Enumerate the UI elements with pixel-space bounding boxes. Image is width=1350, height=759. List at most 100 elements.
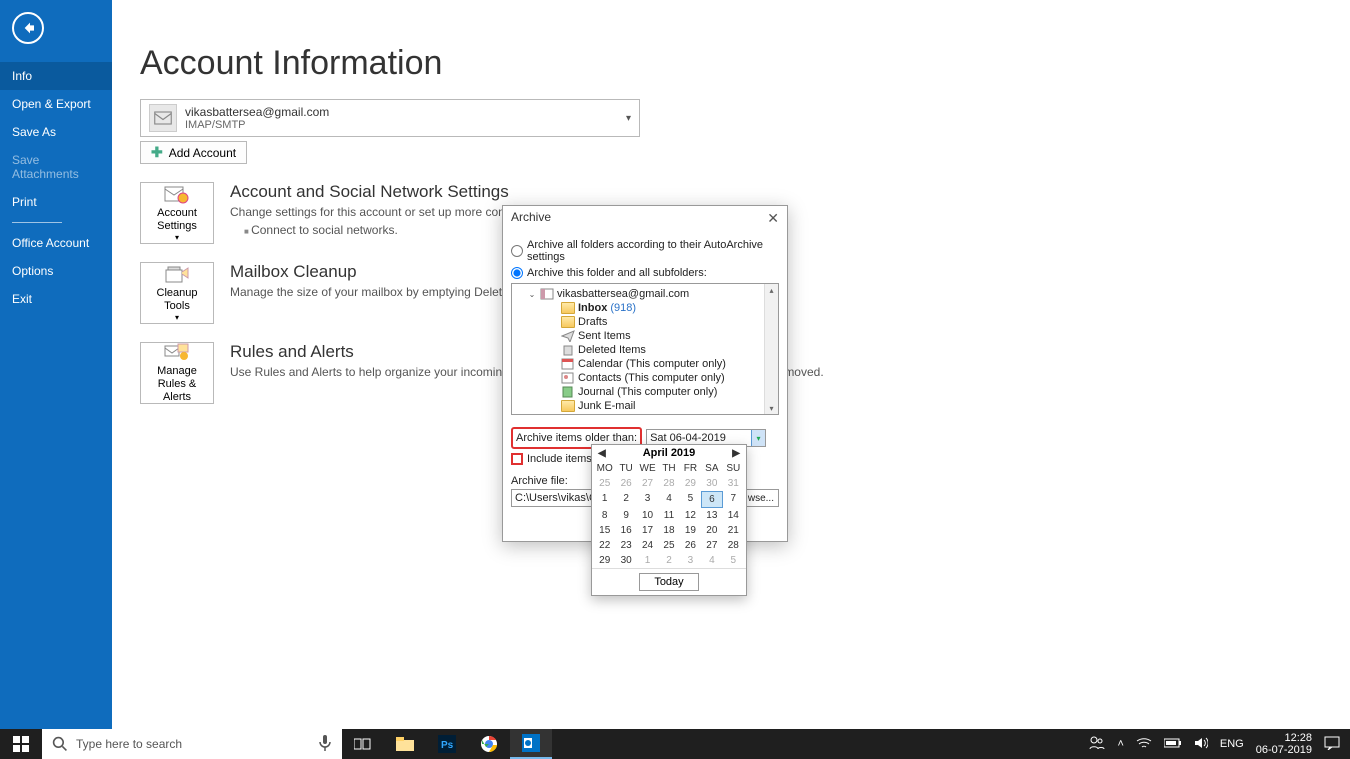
cleanup-tools-button[interactable]: Cleanup Tools▾ [140,262,214,324]
action-center-icon[interactable] [1324,736,1340,753]
radio-archive-all-input[interactable] [511,245,523,257]
scroll-down-icon[interactable]: ▾ [765,402,778,414]
calendar-day[interactable]: 28 [723,538,744,553]
calendar-day[interactable]: 4 [701,553,722,568]
calendar-day[interactable]: 17 [637,523,658,538]
sidebar-separator [12,222,62,223]
tree-drafts[interactable]: Drafts [515,315,775,329]
scroll-up-icon[interactable]: ▴ [765,284,778,296]
calendar-prev-button[interactable]: ◀ [598,448,606,459]
calendar-day[interactable]: 30 [701,476,722,491]
calendar-day[interactable]: 27 [637,476,658,491]
include-checkbox[interactable] [511,453,523,465]
calendar-day[interactable]: 6 [701,491,722,508]
outlook-button[interactable] [510,729,552,759]
folder-icon [561,316,575,328]
tree-calendar[interactable]: Calendar (This computer only) [515,357,775,371]
tree-junk[interactable]: Junk E-mail [515,399,775,413]
calendar-day[interactable]: 3 [680,553,701,568]
manage-rules-alerts-button[interactable]: Manage Rules & Alerts [140,342,214,404]
mic-icon[interactable] [318,734,332,755]
calendar-day[interactable]: 26 [680,538,701,553]
radio-archive-this-input[interactable] [511,267,523,279]
calendar-day[interactable]: 30 [615,553,636,568]
photoshop-button[interactable]: Ps [426,729,468,759]
calendar-day[interactable]: 4 [658,491,679,508]
calendar-day[interactable]: 5 [723,553,744,568]
calendar-day[interactable]: 21 [723,523,744,538]
tree-notes[interactable]: Notes (This computer only) [515,413,775,415]
folder-tree[interactable]: ⌄ vikasbattersea@gmail.com Inbox (918) D… [511,283,779,415]
calendar-day[interactable]: 15 [594,523,615,538]
wifi-icon[interactable] [1136,737,1152,752]
chrome-button[interactable] [468,729,510,759]
calendar-day[interactable]: 3 [637,491,658,508]
volume-icon[interactable] [1194,737,1208,752]
tree-root[interactable]: ⌄ vikasbattersea@gmail.com [515,287,775,301]
tree-contacts[interactable]: Contacts (This computer only) [515,371,775,385]
browse-button[interactable]: wse... [743,489,779,507]
calendar-day[interactable]: 31 [723,476,744,491]
calendar-day[interactable]: 25 [594,476,615,491]
calendar-day[interactable]: 22 [594,538,615,553]
calendar-day[interactable]: 25 [658,538,679,553]
sidebar-item-options[interactable]: Options [0,257,112,285]
calendar-day[interactable]: 18 [658,523,679,538]
radio-archive-this[interactable]: Archive this folder and all subfolders: [511,267,779,279]
calendar-day[interactable]: 10 [637,508,658,523]
calendar-day[interactable]: 12 [680,508,701,523]
back-button[interactable] [12,12,44,44]
date-dropdown-icon[interactable]: ▾ [751,430,765,446]
sidebar-item-save-as[interactable]: Save As [0,118,112,146]
tree-scrollbar[interactable]: ▴ ▾ [764,284,778,414]
radio-archive-all[interactable]: Archive all folders according to their A… [511,239,779,263]
calendar-day[interactable]: 7 [723,491,744,508]
calendar-day[interactable]: 2 [658,553,679,568]
calendar-day[interactable]: 29 [594,553,615,568]
calendar-day[interactable]: 26 [615,476,636,491]
calendar-day[interactable]: 16 [615,523,636,538]
calendar-day[interactable]: 13 [701,508,722,523]
calendar-next-button[interactable]: ▶ [732,448,740,459]
calendar-day[interactable]: 29 [680,476,701,491]
dialog-close-button[interactable]: ✕ [767,210,779,227]
tree-inbox[interactable]: Inbox (918) [515,301,775,315]
tree-deleted[interactable]: Deleted Items [515,343,775,357]
calendar-day[interactable]: 14 [723,508,744,523]
calendar-day[interactable]: 27 [701,538,722,553]
account-settings-button[interactable]: Account Settings▾ [140,182,214,244]
calendar-day[interactable]: 20 [701,523,722,538]
lang-indicator[interactable]: ENG [1220,738,1244,750]
calendar-day[interactable]: 2 [615,491,636,508]
sidebar-item-office-account[interactable]: Office Account [0,229,112,257]
sidebar-item-open-export[interactable]: Open & Export [0,90,112,118]
tree-sent[interactable]: Sent Items [515,329,775,343]
file-explorer-button[interactable] [384,729,426,759]
sidebar-item-exit[interactable]: Exit [0,285,112,313]
calendar-day[interactable]: 5 [680,491,701,508]
search-icon [52,736,68,752]
task-view-button[interactable] [342,729,384,759]
taskbar-clock[interactable]: 12:28 06-07-2019 [1256,732,1312,756]
calendar-day[interactable]: 24 [637,538,658,553]
calendar-day[interactable]: 11 [658,508,679,523]
sidebar-item-info[interactable]: Info [0,62,112,90]
account-selector[interactable]: vikasbattersea@gmail.com IMAP/SMTP ▾ [140,99,640,137]
battery-icon[interactable] [1164,738,1182,751]
sidebar-item-print[interactable]: Print [0,188,112,216]
calendar-day[interactable]: 19 [680,523,701,538]
calendar-day[interactable]: 23 [615,538,636,553]
calendar-day[interactable]: 9 [615,508,636,523]
calendar-day[interactable]: 1 [594,491,615,508]
add-account-button[interactable]: ✚ Add Account [140,141,247,164]
calendar-day[interactable]: 8 [594,508,615,523]
calendar-day[interactable]: 1 [637,553,658,568]
taskbar-search[interactable]: Type here to search [42,729,342,759]
calendar-today-button[interactable]: Today [639,573,698,591]
start-button[interactable] [0,729,42,759]
taskbar: Type here to search Ps ˄ ENG 12:28 06-07… [0,729,1350,759]
tray-chevron-up-icon[interactable]: ˄ [1117,738,1123,750]
people-icon[interactable] [1089,736,1105,753]
calendar-day[interactable]: 28 [658,476,679,491]
tree-journal[interactable]: Journal (This computer only) [515,385,775,399]
